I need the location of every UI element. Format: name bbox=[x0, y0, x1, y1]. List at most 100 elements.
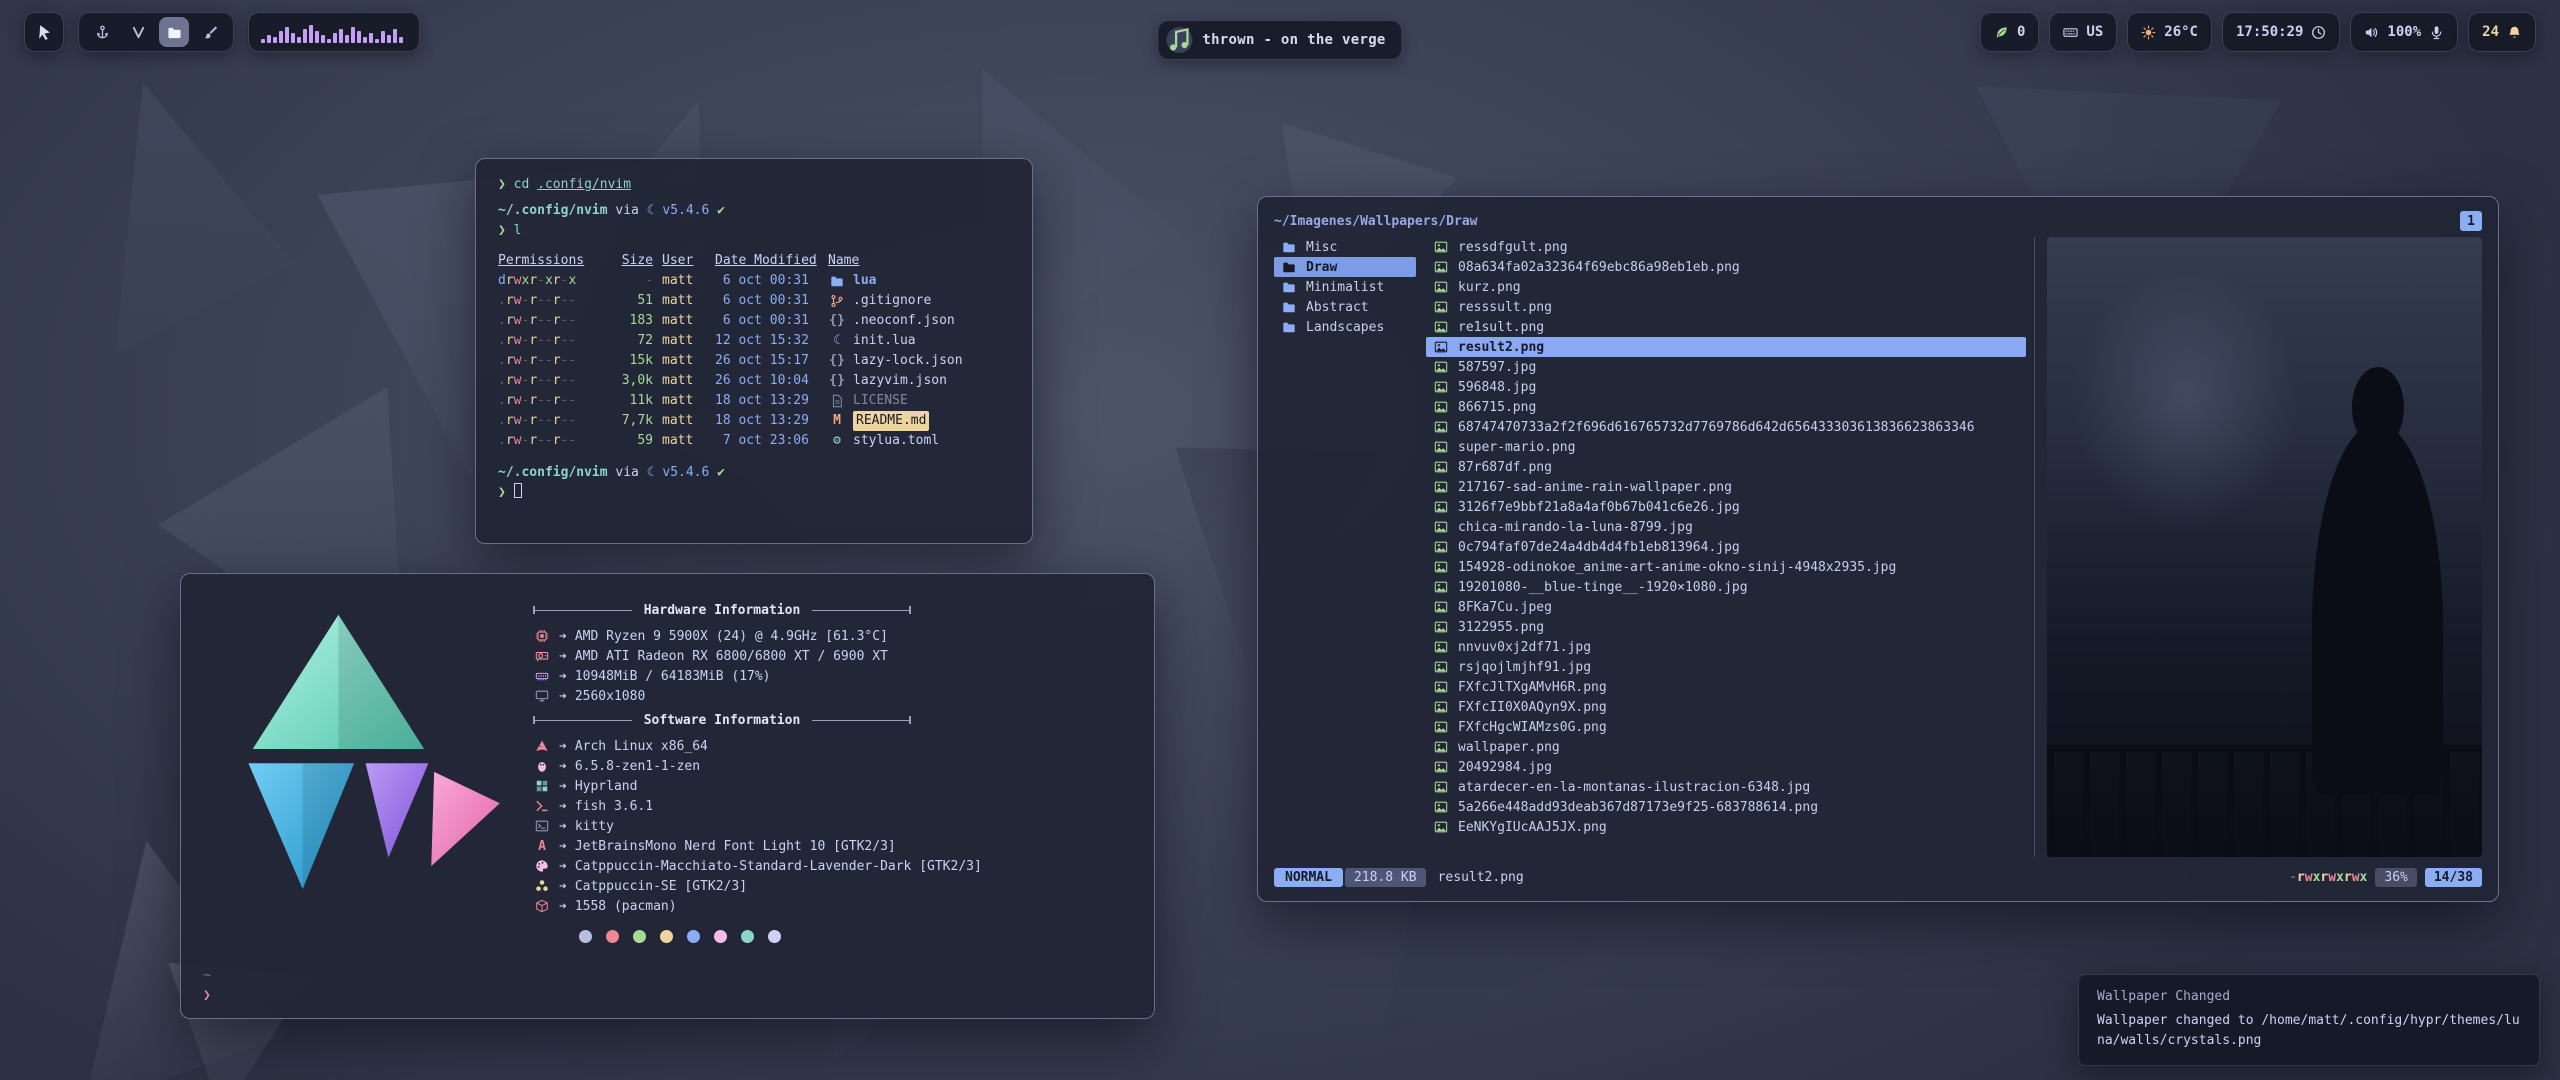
file-item[interactable]: ressdfgult.png bbox=[1426, 237, 2026, 257]
image-icon bbox=[1432, 760, 1450, 774]
media-player-pill[interactable]: thrown - on the verge bbox=[1157, 20, 1402, 60]
fetch-row-kernel: ➔6.5.8-zen1-1-zen bbox=[533, 756, 1132, 776]
wm-icon bbox=[533, 779, 551, 793]
tray-volume[interactable]: 100% bbox=[2350, 12, 2458, 52]
file-item[interactable]: re1sult.png bbox=[1426, 317, 2026, 337]
fetch-row-icons: ➔Catppuccin-SE [GTK2/3] bbox=[533, 876, 1132, 896]
file-item[interactable]: 866715.png bbox=[1426, 397, 2026, 417]
arrow-icon: ➔ bbox=[559, 879, 567, 894]
file-item[interactable]: FXfcJlTXgAMvH6R.png bbox=[1426, 677, 2026, 697]
file-item[interactable]: nnvuv0xj2df71.jpg bbox=[1426, 637, 2026, 657]
listing-row: .rw-r--r--59matt 7 oct 23:06⚙stylua.toml bbox=[498, 431, 1010, 451]
tray-updates[interactable]: 0 bbox=[1980, 12, 2039, 52]
file-item[interactable]: result2.png bbox=[1426, 337, 2026, 357]
fetch-row-packages: ➔1558 (pacman) bbox=[533, 896, 1132, 916]
listing-header: PermissionsSizeUserDate ModifiedName bbox=[498, 251, 1010, 271]
file-item[interactable]: 3126f7e9bbf21a8a4af0b67b041c6e26.jpg bbox=[1426, 497, 2026, 517]
palette-dot bbox=[606, 930, 619, 943]
ram-icon bbox=[533, 669, 551, 683]
folder-icon bbox=[1280, 320, 1298, 334]
listing-row: .rw-r--r--51matt 6 oct 00:31.gitignore bbox=[498, 291, 1010, 311]
tray-clock[interactable]: 17:50:29 bbox=[2222, 12, 2340, 52]
file-item[interactable]: 0c794faf07de24a4db4d4fb1eb813964.jpg bbox=[1426, 537, 2026, 557]
file-item[interactable]: kurz.png bbox=[1426, 277, 2026, 297]
visualizer-bar bbox=[267, 35, 271, 43]
tray-notifications[interactable]: 24 bbox=[2468, 12, 2536, 52]
visualizer-bar bbox=[387, 35, 391, 43]
file-item[interactable]: 154928-odinokoe_anime-art-anime-okno-sin… bbox=[1426, 557, 2026, 577]
file-item[interactable]: 19201080-__blue-tinge__-1920×1080.jpg bbox=[1426, 577, 2026, 597]
terminal-color-palette bbox=[579, 930, 1132, 943]
image-icon bbox=[1432, 240, 1450, 254]
image-icon bbox=[1432, 660, 1450, 674]
distro-logo bbox=[203, 594, 533, 998]
sidebar-item-minimalist[interactable]: Minimalist bbox=[1274, 277, 1416, 297]
file-item[interactable]: 3122955.png bbox=[1426, 617, 2026, 637]
file-item[interactable]: resssult.png bbox=[1426, 297, 2026, 317]
file-item[interactable]: 587597.jpg bbox=[1426, 357, 2026, 377]
palette-dot bbox=[660, 930, 673, 943]
file-size-badge: 218.8 KB bbox=[1345, 868, 1426, 887]
gear-icon: ⚙ bbox=[828, 431, 846, 451]
arrow-icon: ➔ bbox=[559, 779, 567, 794]
file-item[interactable]: 20492984.jpg bbox=[1426, 757, 2026, 777]
file-item[interactable]: wallpaper.png bbox=[1426, 737, 2026, 757]
file-item[interactable]: EeNKYgIUcAAJ5JX.png bbox=[1426, 817, 2026, 837]
file-item[interactable]: 87r687df.png bbox=[1426, 457, 2026, 477]
arrow-icon: ➔ bbox=[559, 669, 567, 684]
visualizer-bar bbox=[297, 37, 301, 43]
tray-weather[interactable]: 26°C bbox=[2127, 12, 2212, 52]
prompt-status-line: ~/.config/nvim via ☾ v5.4.6 ✔ bbox=[498, 201, 1010, 221]
fetch-row-terminal: ➔kitty bbox=[533, 816, 1132, 836]
file-item[interactable]: 5a266e448add93deab367d87173e9f25-6837886… bbox=[1426, 797, 2026, 817]
fetch-shell-prompt[interactable]: ~ ❯ bbox=[203, 966, 211, 1006]
terminal-window[interactable]: ❯ cd .config/nvim ~/.config/nvim via ☾ v… bbox=[475, 158, 1033, 544]
fetch-window[interactable]: Hardware Information➔AMD Ryzen 9 5900X (… bbox=[180, 573, 1155, 1019]
file-item[interactable]: super-mario.png bbox=[1426, 437, 2026, 457]
sidebar-item-landscapes[interactable]: Landscapes bbox=[1274, 317, 1416, 337]
dock-vector-button[interactable] bbox=[123, 17, 153, 47]
file-item[interactable]: FXfcII0X0AQyn9X.png bbox=[1426, 697, 2026, 717]
image-icon bbox=[1432, 380, 1450, 394]
file-item[interactable]: 8FKa7Cu.jpeg bbox=[1426, 597, 2026, 617]
file-item[interactable]: 08a634fa02a32364f69ebc86a98eb1eb.png bbox=[1426, 257, 2026, 277]
arrow-icon: ➔ bbox=[559, 899, 567, 914]
sidebar-item-draw[interactable]: Draw bbox=[1274, 257, 1416, 277]
palette-dot bbox=[633, 930, 646, 943]
system-tray: 0 US 26°C 17:50:29 100% 24 bbox=[1980, 12, 2536, 52]
launcher-button[interactable] bbox=[24, 12, 64, 52]
sidebar-item-abstract[interactable]: Abstract bbox=[1274, 297, 1416, 317]
keyboard-icon bbox=[2063, 25, 2078, 40]
image-icon bbox=[1432, 420, 1450, 434]
iconsico-icon bbox=[533, 879, 551, 893]
tray-keyboard-layout-value: US bbox=[2086, 24, 2103, 40]
visualizer-bar bbox=[315, 31, 319, 43]
file-item[interactable]: 217167-sad-anime-rain-wallpaper.png bbox=[1426, 477, 2026, 497]
dock-anchor-button[interactable] bbox=[87, 17, 117, 47]
file-item[interactable]: atardecer-en-la-montanas-ilustracion-634… bbox=[1426, 777, 2026, 797]
image-icon bbox=[1432, 340, 1450, 354]
image-icon bbox=[1432, 480, 1450, 494]
listing-row: .rw-r--r--72matt12 oct 15:32☾init.lua bbox=[498, 331, 1010, 351]
dock-paint-button[interactable] bbox=[195, 17, 225, 47]
dock-files-button[interactable] bbox=[159, 17, 189, 47]
section-header: Software Information bbox=[533, 710, 911, 730]
fetch-row-resolution: ➔2560x1080 bbox=[533, 686, 1132, 706]
section-header: Hardware Information bbox=[533, 600, 911, 620]
file-manager-window[interactable]: ~/Imagenes/Wallpapers/Draw 1 MiscDrawMin… bbox=[1257, 196, 2499, 902]
file-item[interactable]: rsjqojlmjhf91.jpg bbox=[1426, 657, 2026, 677]
file-item[interactable]: 596848.jpg bbox=[1426, 377, 2026, 397]
visualizer-bar bbox=[303, 29, 307, 43]
tray-notifications-value: 24 bbox=[2482, 24, 2499, 40]
font-icon: A bbox=[533, 839, 551, 854]
file-item[interactable]: FXfcHgcWIAMzs0G.png bbox=[1426, 717, 2026, 737]
notification-popup[interactable]: Wallpaper Changed Wallpaper changed to /… bbox=[2078, 974, 2540, 1066]
sidebar-item-misc[interactable]: Misc bbox=[1274, 237, 1416, 257]
file-item[interactable]: 68747470733a2f2f696d616765732d7769786d64… bbox=[1426, 417, 2026, 437]
image-icon bbox=[1432, 620, 1450, 634]
tab-badge[interactable]: 1 bbox=[2460, 211, 2482, 231]
file-item[interactable]: chica-mirando-la-luna-8799.jpg bbox=[1426, 517, 2026, 537]
tray-clock-value: 17:50:29 bbox=[2236, 24, 2303, 40]
tray-keyboard-layout[interactable]: US bbox=[2049, 12, 2117, 52]
shell-prompt[interactable]: ❯ bbox=[498, 483, 1010, 503]
